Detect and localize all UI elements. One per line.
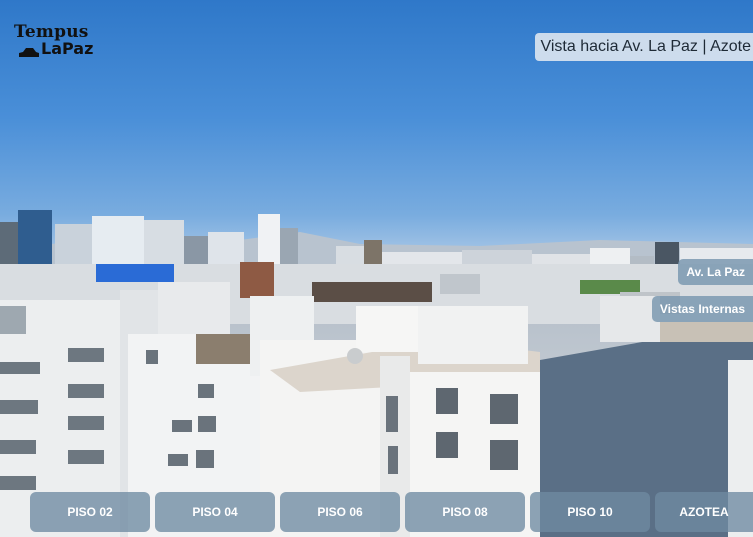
car-icon	[19, 48, 39, 57]
brand-logo[interactable]: Tempus LaPaz	[14, 24, 93, 57]
city-skyline-image	[0, 210, 753, 537]
panorama-view[interactable]: Tempus LaPaz Vista hacia Av. La Paz | Az…	[0, 0, 753, 537]
floor-button-piso-04[interactable]: PISO 04	[155, 492, 275, 532]
floor-button-piso-02[interactable]: PISO 02	[30, 492, 150, 532]
floor-selector-bar: PISO 02 PISO 04 PISO 06 PISO 08 PISO 10 …	[0, 487, 753, 537]
brand-name-line2: LaPaz	[41, 39, 94, 58]
floor-button-piso-06[interactable]: PISO 06	[280, 492, 400, 532]
floor-button-piso-08[interactable]: PISO 08	[405, 492, 525, 532]
vistas-internas-button[interactable]: Vistas Internas	[651, 296, 753, 322]
view-title-badge: Vista hacia Av. La Paz | Azote	[535, 33, 753, 61]
floor-button-piso-10[interactable]: PISO 10	[530, 492, 650, 532]
av-la-paz-button[interactable]: Av. La Paz	[678, 259, 753, 285]
floor-button-azotea[interactable]: AZOTEA	[655, 492, 753, 532]
